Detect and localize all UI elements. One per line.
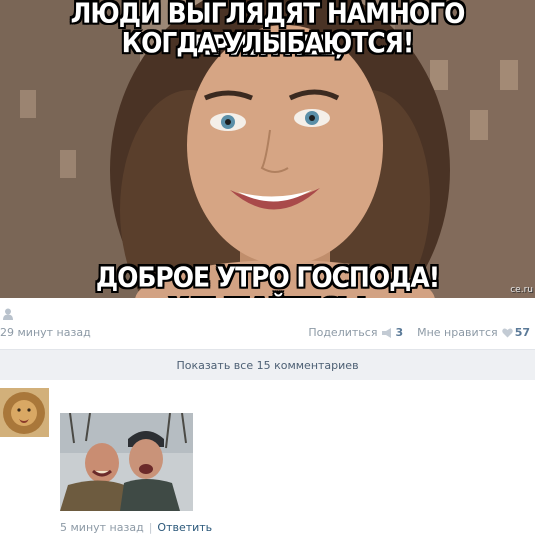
share-count: 3: [395, 326, 404, 339]
like-count: 57: [514, 326, 530, 339]
megaphone-icon: [382, 327, 392, 338]
comment-photo[interactable]: [60, 413, 193, 511]
share-label: Поделиться: [308, 326, 378, 339]
meme-top-line-2: КОГДА УЛЫБАЮТСЯ!: [121, 26, 415, 59]
comment-meta: 5 минут назад | Ответить: [60, 521, 212, 534]
like-button[interactable]: Мне нравится 57: [417, 326, 530, 339]
lion-avatar-icon: [0, 388, 49, 437]
comment-time[interactable]: 5 минут назад: [60, 521, 144, 534]
image-watermark: ce.ru: [510, 285, 533, 295]
post-time[interactable]: 29 минут назад: [0, 326, 91, 339]
reply-link[interactable]: Ответить: [157, 521, 212, 534]
two-men-photo-illustration: [60, 413, 193, 511]
meme-bottom-line: ДОБРОЕ УТРО ГОСПОДА! УЛЫБАЙТЕСЬ!: [95, 261, 440, 298]
post-image[interactable]: ЛЮДИ ВЫГЛЯДЯТ НАМНОГО ПРИЯТНЕЕ, КОГДА УЛ…: [0, 0, 535, 298]
heart-icon: [501, 328, 513, 337]
share-button[interactable]: Поделиться 3: [308, 326, 403, 339]
post-actions: Поделиться 3 Мне нравится 57: [308, 326, 530, 339]
show-all-comments-button[interactable]: Показать все 15 комментариев: [0, 349, 535, 380]
show-all-comments-label: Показать все 15 комментариев: [176, 358, 359, 372]
user-icon: [3, 308, 13, 320]
like-label: Мне нравится: [417, 326, 498, 339]
meta-separator: |: [148, 521, 153, 534]
comment-avatar[interactable]: [0, 388, 49, 437]
